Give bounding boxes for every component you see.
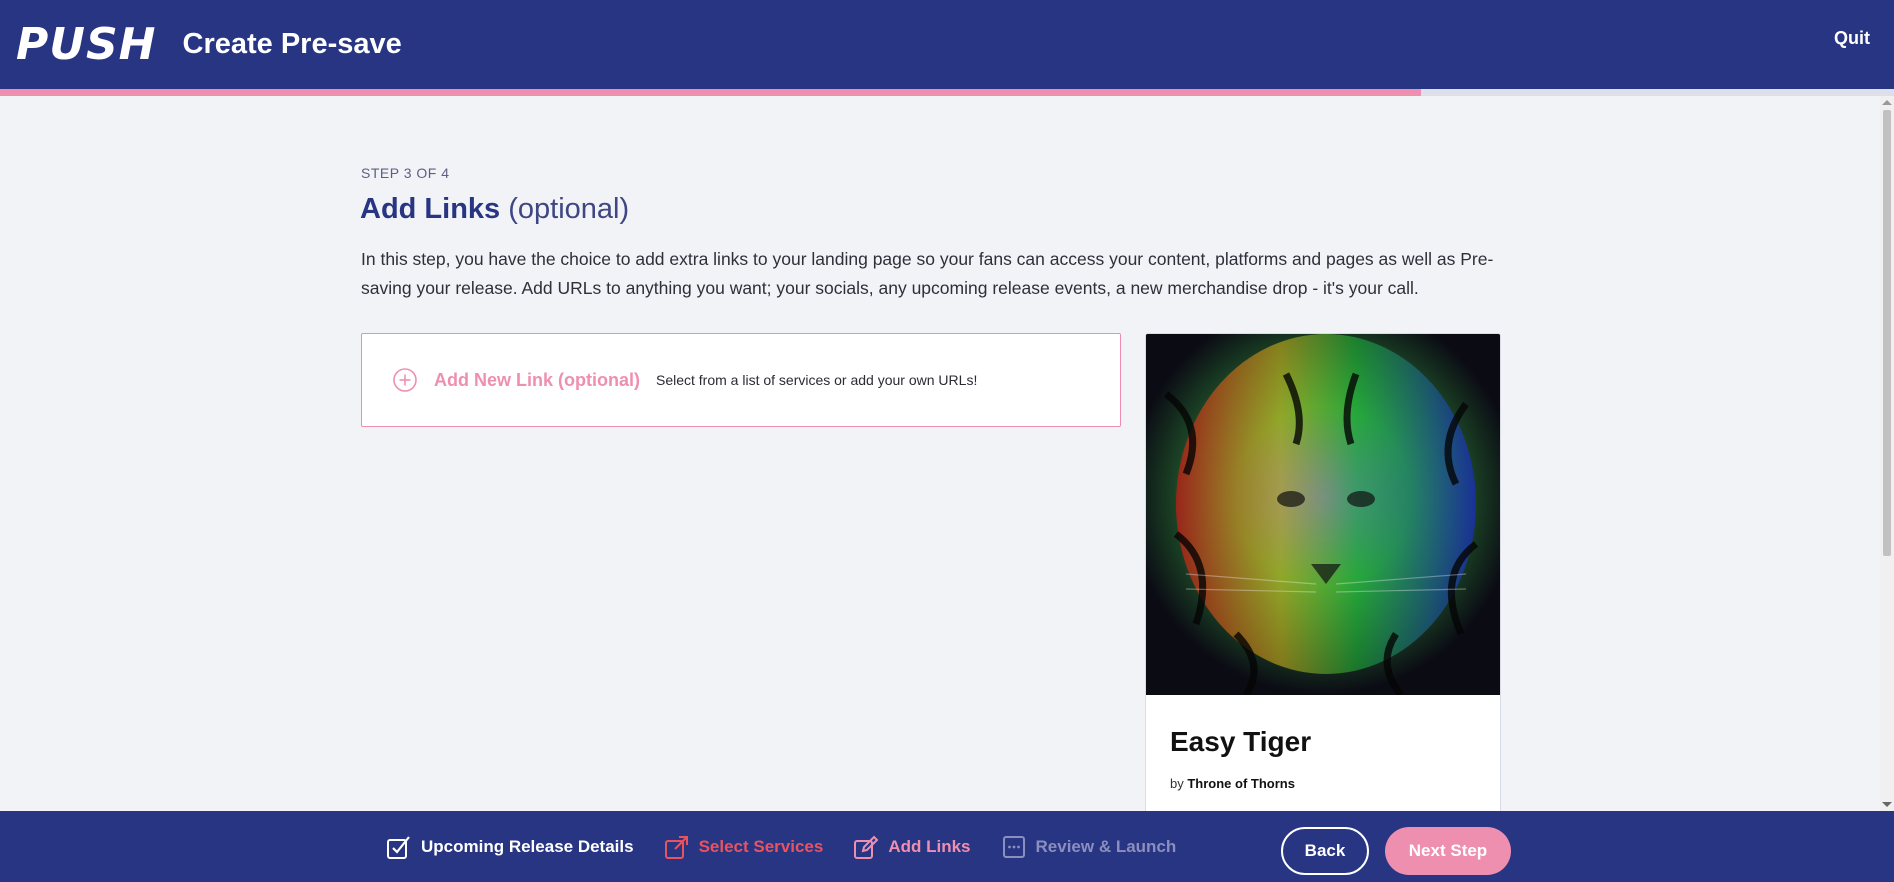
heading-optional: (optional) — [508, 193, 630, 225]
step-description: In this step, you have the choice to add… — [361, 249, 1494, 298]
share-icon — [664, 835, 688, 859]
step-navigation: Upcoming Release Details Select Services… — [386, 811, 1206, 882]
heading-main: Add Links — [360, 193, 501, 225]
next-step-button[interactable]: Next Step — [1385, 827, 1511, 875]
release-artwork-image — [1146, 334, 1500, 695]
section-heading: Add Links (optional) — [360, 193, 629, 226]
page-title: Create Pre-save — [182, 28, 402, 60]
step-label: Add Links — [888, 836, 971, 856]
step-select-services[interactable]: Select Services — [664, 834, 824, 860]
by-prefix: by — [1170, 776, 1184, 791]
quit-button[interactable]: Quit — [1834, 28, 1870, 49]
dots-box-icon — [1002, 835, 1025, 858]
step-indicator: STEP 3 OF 4 — [361, 165, 450, 181]
scroll-down-arrow-icon[interactable] — [1882, 802, 1892, 807]
release-artist-line: by Throne of Thorns — [1170, 776, 1295, 791]
progress-bar-fill — [0, 89, 1421, 96]
add-link-label: Add New Link (optional) — [434, 369, 640, 390]
step-add-links[interactable]: Add Links — [853, 834, 971, 860]
scrollbar[interactable] — [1880, 96, 1894, 811]
plus-circle-icon — [393, 368, 417, 392]
step-label: Review & Launch — [1035, 836, 1177, 856]
artist-name: Throne of Thorns — [1187, 776, 1295, 791]
top-bar: PUSH Create Pre-save Quit — [0, 0, 1894, 89]
edit-icon — [854, 835, 879, 859]
step-label: Select Services — [698, 836, 824, 856]
add-link-hint: Select from a list of services or add yo… — [655, 372, 978, 388]
step-label: Upcoming Release Details — [421, 836, 634, 856]
scrollbar-thumb[interactable] — [1883, 110, 1891, 556]
back-button[interactable]: Back — [1281, 827, 1369, 875]
release-title: Easy Tiger — [1170, 726, 1312, 757]
release-preview-card: Easy Tiger by Throne of Thorns — [1145, 333, 1501, 835]
scroll-up-arrow-icon[interactable] — [1882, 100, 1892, 105]
add-new-link-button[interactable]: Add New Link (optional) Select from a li… — [361, 333, 1121, 427]
bottom-bar: Upcoming Release Details Select Services… — [0, 811, 1894, 882]
progress-bar — [0, 89, 1894, 96]
step-review-launch[interactable]: Review & Launch — [1001, 834, 1177, 860]
step-upcoming-release-details[interactable]: Upcoming Release Details — [386, 834, 634, 860]
push-logo[interactable]: PUSH — [16, 19, 157, 70]
checkbox-icon — [387, 835, 410, 859]
